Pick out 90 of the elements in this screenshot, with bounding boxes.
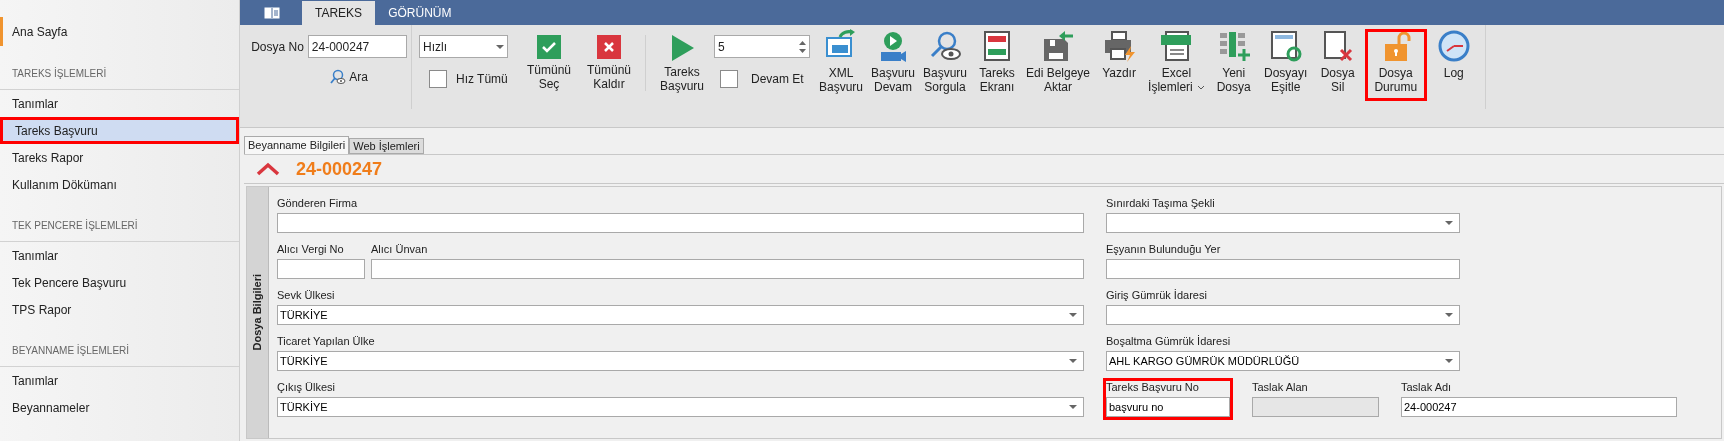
caret-icon — [1069, 313, 1077, 317]
ribbon-button[interactable]: Yazdır — [1094, 29, 1145, 95]
sidebar-item[interactable]: Tareks Rapor — [0, 144, 239, 171]
floppy-arrow-icon — [1041, 29, 1075, 63]
field-label: Alıcı Ünvan — [371, 243, 429, 256]
field-label: Gönderen Firma — [277, 197, 359, 210]
field-label: Ticaret Yapılan Ülke — [277, 335, 376, 348]
input-field[interactable]: 24-000247 — [307, 35, 407, 58]
group-header: Dosya Bilgileri — [247, 187, 269, 438]
sidebar-item[interactable]: Tek Pencere Başvuru — [0, 269, 239, 296]
ribbon-button[interactable]: Tareks Başvuru — [654, 35, 710, 93]
input-field[interactable] — [277, 259, 365, 279]
field-label: Sevk Ülkesi — [277, 289, 336, 302]
ribbon-tab[interactable]: GÖRÜNÜM — [375, 1, 465, 25]
caret-icon — [1445, 313, 1453, 317]
dropdown-field[interactable]: TÜRKİYE — [277, 305, 1084, 325]
close-icon — [597, 35, 621, 59]
sidebar-item[interactable]: Beyannameler — [0, 394, 239, 421]
dropdown-field[interactable] — [1106, 305, 1460, 325]
refresh-window-icon — [1268, 29, 1303, 63]
caret-icon — [1069, 405, 1077, 409]
form-tab[interactable]: Web İşlemleri — [349, 138, 424, 154]
ribbon-button[interactable]: XML Başvuru — [816, 29, 866, 95]
dropdown-field[interactable]: Hızlı — [419, 35, 508, 58]
ribbon-button[interactable]: Dosya Sil — [1312, 29, 1363, 95]
sidebar-item[interactable]: TPS Rapor — [0, 296, 239, 323]
section-heading: TEK PENCERE İŞLEMLERİ — [0, 218, 239, 242]
gauge-icon — [1436, 29, 1471, 63]
section-heading: BEYANNAME İŞLEMLERİ — [0, 343, 239, 367]
search-icon — [928, 29, 962, 63]
sidebar-item[interactable]: Tanımlar — [0, 90, 239, 117]
field-label: Çıkış Ülkesi — [277, 381, 337, 394]
checkbox[interactable] — [429, 70, 447, 88]
ribbon-button[interactable]: Edi Belgeye Aktar — [1024, 29, 1093, 95]
field-label: Boşaltma Gümrük İdaresi — [1106, 335, 1232, 348]
chevron-up-icon[interactable] — [256, 162, 280, 176]
caret-icon — [1445, 359, 1453, 363]
checkbox-label: Hız Tümü — [456, 71, 508, 88]
search-icon — [330, 69, 347, 85]
chevron-down-icon — [1196, 85, 1205, 91]
dropdown-field[interactable]: TÜRKİYE — [277, 397, 1084, 417]
ribbon-button[interactable]: Dosyayı Eşitle — [1260, 29, 1311, 95]
spreadsheet-icon — [1159, 29, 1194, 63]
dropdown-field[interactable]: AHL KARGO GÜMRÜK MÜDÜRLÜĞÜ — [1106, 351, 1460, 371]
ribbon-button[interactable]: Tümünü Seç — [521, 35, 577, 91]
play-icon — [670, 35, 694, 61]
ribbon-button[interactable]: Tareks Ekranı — [972, 29, 1022, 95]
dropdown-field[interactable]: TÜRKİYE — [277, 351, 1084, 371]
sidebar-item[interactable]: Ana Sayfa — [3, 22, 68, 41]
field-label: Giriş Gümrük İdaresi — [1106, 289, 1208, 302]
checkmark-icon — [537, 35, 561, 59]
input-field[interactable] — [1106, 259, 1460, 279]
field-label: Taslak Alan — [1252, 381, 1309, 394]
number-spinner[interactable]: 5 — [714, 35, 810, 58]
sidebar-item[interactable]: Tanımlar — [0, 367, 239, 394]
field-label: Taslak Adı — [1401, 381, 1453, 394]
active-page-marker — [0, 17, 3, 46]
section-heading: TAREKS İŞLEMLERİ — [0, 66, 239, 90]
ribbon-button[interactable]: Başvuru Devam — [868, 29, 918, 95]
input-field[interactable]: 24-000247 — [1401, 397, 1677, 417]
sidebar-item[interactable]: Kullanım Dökümanı — [0, 171, 239, 198]
field-label: Eşyanın Bulunduğu Yer — [1106, 243, 1222, 256]
checkbox[interactable] — [720, 70, 738, 88]
field-label: Sınırdaki Taşıma Şekli — [1106, 197, 1216, 210]
spinner-arrows-icon — [799, 40, 806, 53]
caret-icon — [1069, 359, 1077, 363]
input-field[interactable] — [371, 259, 1084, 279]
input-field[interactable]: başvuru no — [1106, 397, 1230, 417]
ribbon-button[interactable]: Log — [1428, 29, 1479, 95]
caret-icon — [1445, 221, 1453, 225]
ribbon-button[interactable]: Yeni Dosya — [1208, 29, 1259, 95]
ribbon-button[interactable]: Başvuru Sorgula — [920, 29, 970, 95]
field-label: Tareks Başvuru No — [1106, 381, 1200, 394]
ribbon-button[interactable]: Excel İşlemleri — [1146, 29, 1207, 95]
sidebar-item[interactable]: Tanımlar — [0, 242, 239, 269]
input-field[interactable] — [277, 213, 1084, 233]
ribbon-button[interactable]: Dosya Durumu — [1364, 29, 1427, 101]
field-label: Alıcı Vergi No — [277, 243, 345, 256]
form-tab[interactable]: Beyanname Bilgileri — [244, 136, 350, 154]
search-button[interactable]: Ara — [330, 68, 368, 86]
book-icon — [264, 6, 280, 19]
caret-icon — [496, 44, 504, 49]
dropdown-field[interactable] — [1106, 213, 1460, 233]
printer-icon — [1102, 29, 1137, 63]
checkbox-label: Devam Et — [751, 71, 804, 88]
record-title: 24-000247 — [296, 157, 383, 181]
field-label: Dosya No — [251, 38, 304, 56]
ribbon-button[interactable]: Tümünü Kaldır — [581, 35, 637, 91]
sidebar-item[interactable]: Tareks Başvuru — [0, 117, 239, 144]
ribbon-tab[interactable]: TAREKS — [302, 1, 376, 25]
